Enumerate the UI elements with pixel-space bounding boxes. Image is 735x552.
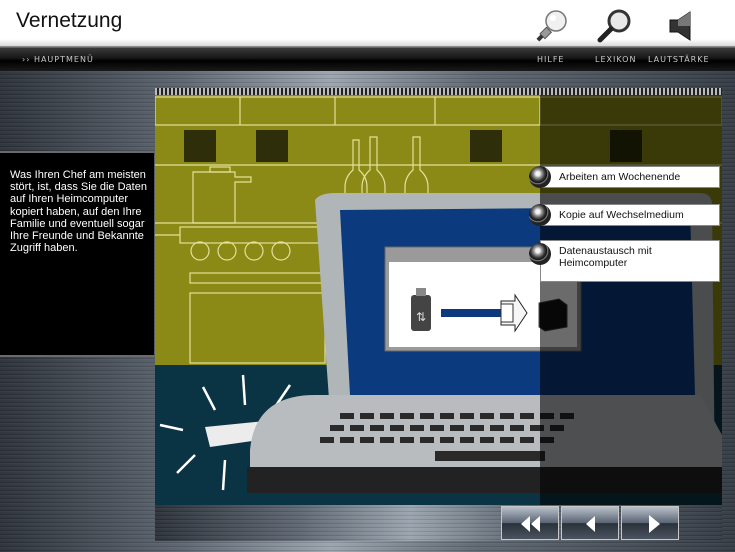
option-label: Arbeiten am Wochenende (559, 171, 681, 183)
option-label: Kopie auf Wechselmedium (559, 209, 684, 221)
double-left-arrow-icon (521, 516, 540, 532)
title-bar: Vernetzung (0, 0, 735, 47)
option-home-computer[interactable]: Datenaustausch mit Heimcomputer (529, 240, 720, 282)
page-title: Vernetzung (16, 9, 123, 32)
nav-bar: ›› HAUPTMENÜ HILFE LEXIKON LAUTSTÄRKE (0, 47, 735, 71)
back-button[interactable] (561, 506, 619, 540)
nav-main-menu[interactable]: ›› HAUPTMENÜ (22, 55, 94, 64)
magnifier-icon[interactable] (596, 6, 636, 46)
speaker-icon[interactable] (664, 6, 704, 46)
rewind-button[interactable] (501, 506, 559, 540)
info-text: Was Ihren Chef am meisten stört, ist, da… (10, 169, 147, 255)
lightbulb-icon[interactable] (532, 6, 572, 46)
svg-text:⇅: ⇅ (416, 310, 426, 324)
radio-bullet-icon[interactable] (529, 243, 551, 265)
scene-top-strip (155, 88, 722, 95)
left-arrow-icon (586, 516, 595, 532)
option-removable-copy[interactable]: Kopie auf Wechselmedium (529, 204, 720, 226)
right-arrow-icon (649, 515, 660, 533)
forward-button[interactable] (621, 506, 679, 540)
nav-help[interactable]: HILFE (537, 55, 565, 64)
option-weekend-work[interactable]: Arbeiten am Wochenende (529, 166, 720, 188)
nav-lexicon[interactable]: LEXIKON (595, 55, 636, 64)
info-panel: Was Ihren Chef am meisten stört, ist, da… (0, 151, 154, 357)
radio-bullet-icon[interactable] (529, 166, 551, 188)
scene-illustration: ⇅ (155, 95, 722, 505)
nav-volume[interactable]: LAUTSTÄRKE (648, 55, 710, 64)
option-label: Datenaustausch mit Heimcomputer (559, 245, 652, 269)
radio-bullet-icon[interactable] (529, 204, 551, 226)
